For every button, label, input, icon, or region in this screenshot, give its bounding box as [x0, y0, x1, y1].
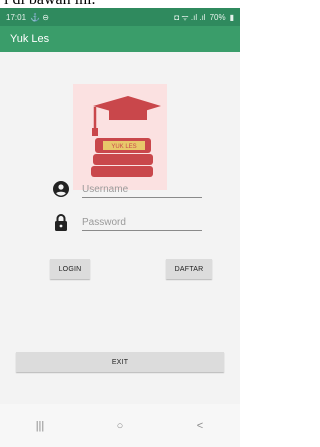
app-bar: Yuk Les	[0, 26, 240, 52]
notification-icons: ⚓ ⊖	[30, 12, 49, 22]
battery-icon: ▮	[229, 12, 234, 22]
caption-text: i di bawah ini.	[4, 0, 96, 8]
password-input[interactable]	[82, 215, 202, 231]
home-icon[interactable]: ○	[100, 411, 140, 441]
account-circle-icon	[52, 180, 70, 198]
recent-apps-icon[interactable]: |||	[20, 411, 60, 441]
login-button[interactable]: LOGIN	[50, 259, 90, 279]
logo-text: YUK LES	[111, 144, 136, 150]
status-bar: 17:01 ⚓ ⊖ ◘ ᯤ .ıl .ıl 70% ▮	[0, 8, 240, 26]
username-row	[52, 178, 202, 198]
status-right: ◘ ᯤ .ıl .ıl 70% ▮	[174, 12, 234, 23]
books-graduation-cap-icon: YUK LES	[91, 96, 161, 177]
username-input[interactable]	[82, 182, 202, 198]
caption-strip: i di bawah ini.	[0, 0, 240, 8]
back-icon[interactable]: <	[180, 411, 220, 441]
lock-icon	[52, 213, 70, 231]
status-time: 17:01	[6, 12, 27, 22]
status-left: 17:01 ⚓ ⊖	[6, 13, 49, 22]
app-logo: YUK LES	[73, 84, 167, 190]
password-row	[52, 211, 202, 231]
app-title: Yuk Les	[10, 33, 50, 45]
navigation-bar: ||| ○ <	[0, 404, 240, 447]
battery-level: 70%	[209, 12, 226, 22]
main-content: YUK LES LOGIN DAFTAR EXIT	[0, 52, 240, 404]
exit-button[interactable]: EXIT	[16, 352, 224, 372]
signal-icons: ◘ ᯤ .ıl .ıl	[174, 12, 206, 22]
daftar-button[interactable]: DAFTAR	[166, 259, 212, 279]
